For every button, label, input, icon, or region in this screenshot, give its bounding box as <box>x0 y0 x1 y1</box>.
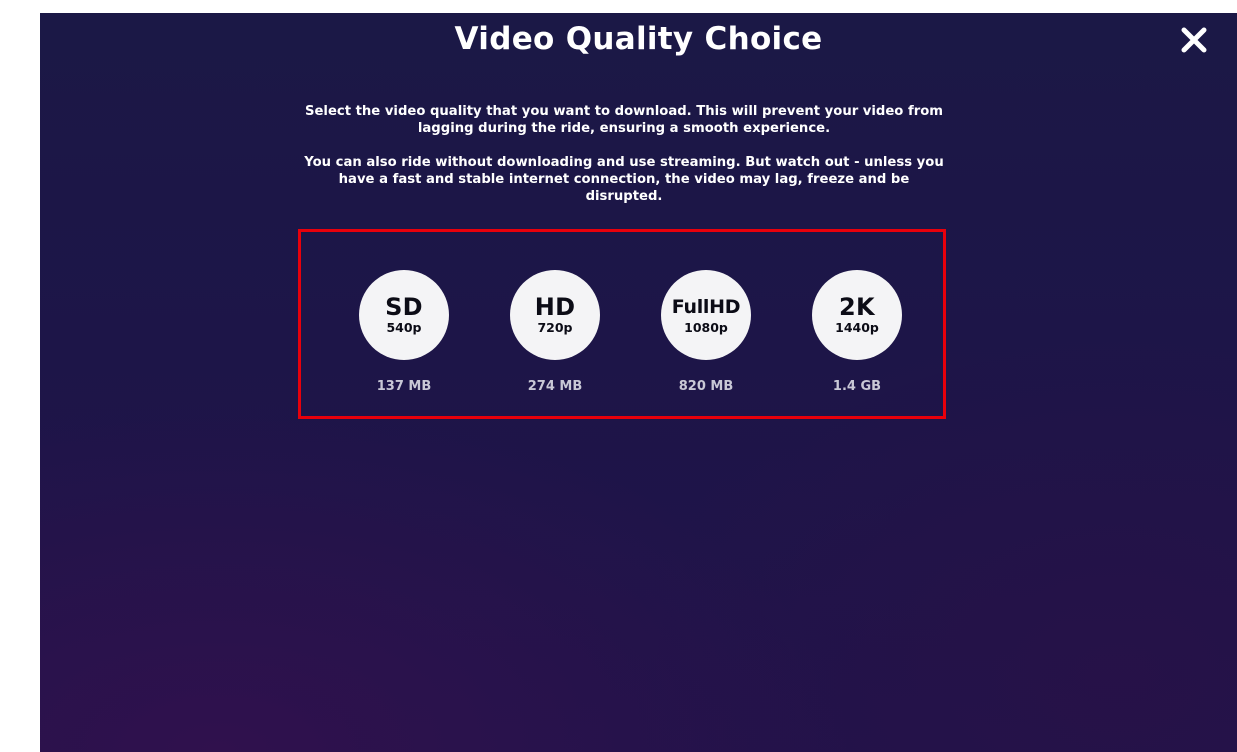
quality-name: 2K <box>839 293 875 321</box>
quality-name: SD <box>385 293 423 321</box>
quality-badge-sd[interactable]: SD 540p <box>359 270 449 360</box>
quality-option-2k[interactable]: 2K 1440p 1.4 GB <box>792 270 922 395</box>
quality-options-group: SD 540p 137 MB HD 720p 274 MB FullHD 108… <box>298 229 946 419</box>
description-paragraph-download: Select the video quality that you want t… <box>304 104 944 136</box>
quality-option-fullhd[interactable]: FullHD 1080p 820 MB <box>641 270 771 395</box>
dialog-title: Video Quality Choice <box>454 21 823 57</box>
description-paragraph-streaming: You can also ride without downloading an… <box>304 155 944 204</box>
video-quality-dialog: Video Quality Choice Select the video qu… <box>40 13 1237 752</box>
quality-badge-2k[interactable]: 2K 1440p <box>812 270 902 360</box>
quality-badge-hd[interactable]: HD 720p <box>510 270 600 360</box>
description: Select the video quality that you want t… <box>303 103 945 222</box>
quality-name: HD <box>534 293 576 321</box>
quality-resolution: 1440p <box>835 320 879 335</box>
quality-option-sd[interactable]: SD 540p 137 MB <box>339 270 469 395</box>
close-icon <box>1181 27 1207 53</box>
quality-option-hd[interactable]: HD 720p 274 MB <box>490 270 620 395</box>
quality-resolution: 540p <box>386 320 422 335</box>
quality-size: 820 MB <box>678 379 734 394</box>
quality-badge-fullhd[interactable]: FullHD 1080p <box>661 270 751 360</box>
quality-name: FullHD <box>671 296 741 318</box>
close-button[interactable] <box>1179 25 1209 55</box>
quality-resolution: 720p <box>537 320 573 335</box>
quality-size: 137 MB <box>376 379 432 394</box>
quality-size: 274 MB <box>527 379 583 394</box>
quality-resolution: 1080p <box>684 320 728 335</box>
quality-size: 1.4 GB <box>832 379 882 394</box>
